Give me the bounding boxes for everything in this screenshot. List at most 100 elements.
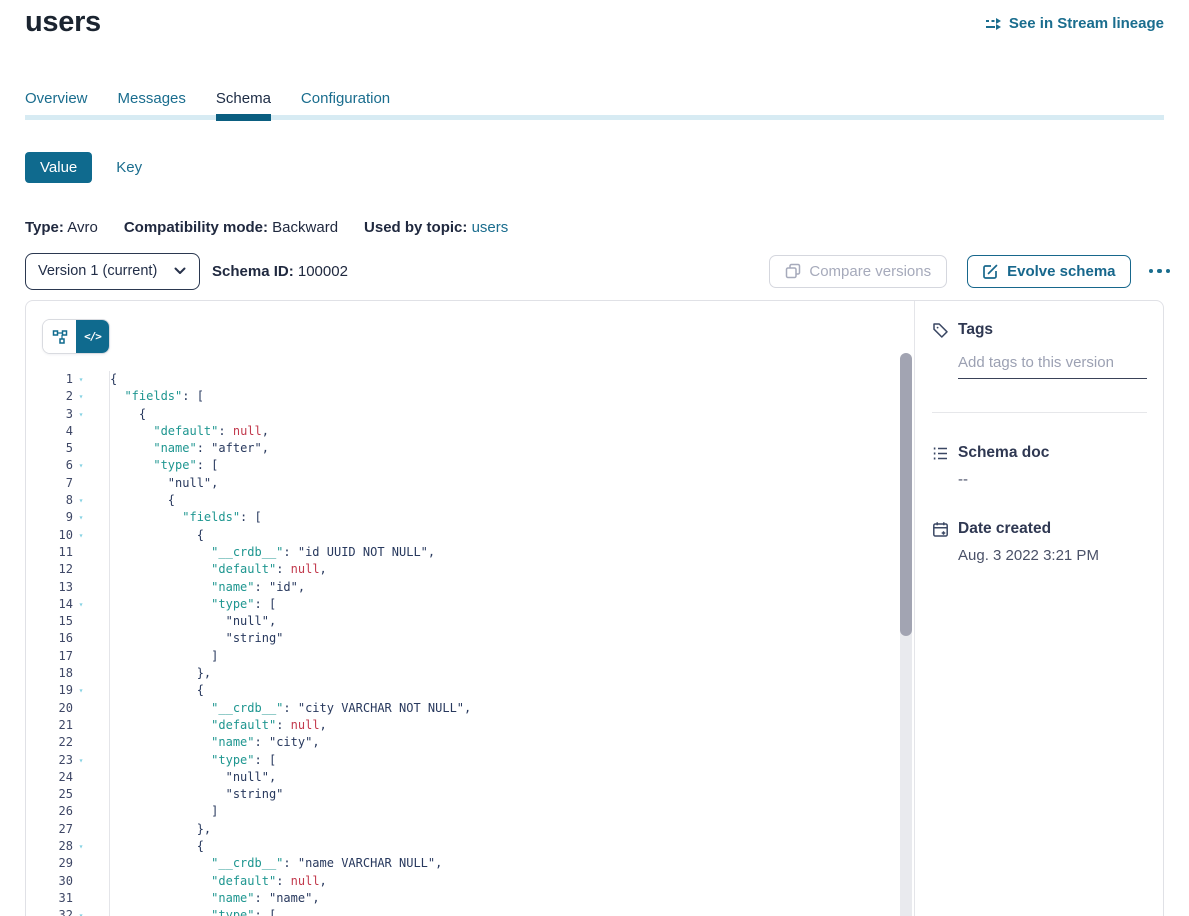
code-line: 27 }, xyxy=(26,821,892,838)
fold-arrow-icon[interactable]: ▾ xyxy=(73,596,89,613)
fold-arrow-icon[interactable]: ▾ xyxy=(73,682,89,699)
line-number: 21 xyxy=(26,717,73,734)
code-text: { xyxy=(89,527,892,544)
code-line: 11 "__crdb__": "id UUID NOT NULL", xyxy=(26,544,892,561)
code-text: "__crdb__": "id UUID NOT NULL", xyxy=(89,544,892,561)
topic-link[interactable]: users xyxy=(472,219,509,236)
tab-configuration[interactable]: Configuration xyxy=(301,90,390,117)
fold-arrow-icon[interactable]: ▾ xyxy=(73,371,89,388)
line-number: 10 xyxy=(26,527,73,544)
more-options-icon[interactable] xyxy=(1147,265,1173,278)
line-number: 9 xyxy=(26,509,73,526)
line-number: 18 xyxy=(26,665,73,682)
date-created-value: Aug. 3 2022 3:21 PM xyxy=(958,547,1147,564)
tree-view-button[interactable] xyxy=(43,320,76,353)
code-text: ] xyxy=(89,803,892,820)
page-title: users xyxy=(25,6,101,39)
value-toggle-button[interactable]: Value xyxy=(25,152,92,183)
fold-spacer xyxy=(73,440,89,457)
fold-spacer xyxy=(73,475,89,492)
code-line: 5 "name": "after", xyxy=(26,440,892,457)
line-number: 19 xyxy=(26,682,73,699)
tab-bar: Overview Messages Schema Configuration xyxy=(25,90,390,117)
code-line: 2▾ "fields": [ xyxy=(26,388,892,405)
code-line: 10▾ { xyxy=(26,527,892,544)
code-text: "__crdb__": "city VARCHAR NOT NULL", xyxy=(89,700,892,717)
code-scrollbar[interactable] xyxy=(900,353,912,636)
schema-type: Type: Avro xyxy=(25,219,98,236)
code-text: { xyxy=(89,838,892,855)
compare-versions-button[interactable]: Compare versions xyxy=(769,255,947,288)
fold-spacer xyxy=(73,613,89,630)
tags-title: Tags xyxy=(958,321,993,339)
fold-spacer xyxy=(73,544,89,561)
fold-arrow-icon[interactable]: ▾ xyxy=(73,527,89,544)
fold-arrow-icon[interactable]: ▾ xyxy=(73,907,89,916)
fold-arrow-icon[interactable]: ▾ xyxy=(73,752,89,769)
compatibility-mode: Compatibility mode: Backward xyxy=(124,219,338,236)
line-number: 15 xyxy=(26,613,73,630)
calendar-plus-icon xyxy=(932,521,949,538)
line-number: 29 xyxy=(26,855,73,872)
code-text: "default": null, xyxy=(89,873,892,890)
code-scrollbar-track xyxy=(900,353,912,916)
line-number: 30 xyxy=(26,873,73,890)
code-text: "type": [ xyxy=(89,752,892,769)
version-dropdown-value: Version 1 (current) xyxy=(38,263,157,279)
fold-arrow-icon[interactable]: ▾ xyxy=(73,388,89,405)
line-number: 6 xyxy=(26,457,73,474)
code-view-button[interactable]: </> xyxy=(76,320,109,353)
code-text: "null", xyxy=(89,475,892,492)
fold-spacer xyxy=(73,561,89,578)
tree-hierarchy-icon xyxy=(52,329,68,345)
version-dropdown[interactable]: Version 1 (current) xyxy=(25,253,200,290)
line-number: 8 xyxy=(26,492,73,509)
code-text: "type": [ xyxy=(89,596,892,613)
line-number: 32 xyxy=(26,907,73,916)
key-toggle-link[interactable]: Key xyxy=(116,159,142,176)
see-in-stream-lineage-link[interactable]: See in Stream lineage xyxy=(985,15,1164,32)
code-text: { xyxy=(89,406,892,423)
tab-overview[interactable]: Overview xyxy=(25,90,88,117)
line-number: 26 xyxy=(26,803,73,820)
add-tags-input[interactable]: Add tags to this version xyxy=(958,354,1147,371)
chevron-down-icon xyxy=(174,267,186,275)
fold-arrow-icon[interactable]: ▾ xyxy=(73,492,89,509)
type-value: Avro xyxy=(67,219,98,236)
tags-section-header: Tags xyxy=(932,321,1147,339)
fold-spacer xyxy=(73,630,89,647)
line-number: 5 xyxy=(26,440,73,457)
evolve-schema-button[interactable]: Evolve schema xyxy=(967,255,1130,288)
fold-arrow-icon[interactable]: ▾ xyxy=(73,406,89,423)
schema-doc-value: -- xyxy=(958,471,1147,488)
stream-lineage-icon xyxy=(985,17,1002,31)
fold-spacer xyxy=(73,803,89,820)
code-text: "name": "after", xyxy=(89,440,892,457)
fold-arrow-icon[interactable]: ▾ xyxy=(73,509,89,526)
fold-spacer xyxy=(73,700,89,717)
line-number: 13 xyxy=(26,579,73,596)
code-text: "name": "id", xyxy=(89,579,892,596)
type-label: Type: xyxy=(25,219,64,236)
code-line: 23▾ "type": [ xyxy=(26,752,892,769)
code-text: "name": "name", xyxy=(89,890,892,907)
tab-schema[interactable]: Schema xyxy=(216,90,271,117)
schema-id-label: Schema ID: xyxy=(212,263,294,280)
fold-arrow-icon[interactable]: ▾ xyxy=(73,838,89,855)
code-text: }, xyxy=(89,821,892,838)
code-line: 19▾ { xyxy=(26,682,892,699)
code-text: { xyxy=(89,492,892,509)
code-line: 21 "default": null, xyxy=(26,717,892,734)
compare-versions-icon xyxy=(785,263,801,279)
line-number: 12 xyxy=(26,561,73,578)
code-text: { xyxy=(89,682,892,699)
code-text: "name": "city", xyxy=(89,734,892,751)
fold-arrow-icon[interactable]: ▾ xyxy=(73,457,89,474)
tag-icon xyxy=(932,322,949,339)
compatibility-value: Backward xyxy=(272,219,338,236)
line-number: 17 xyxy=(26,648,73,665)
schema-code-viewer: </> 1▾{2▾ "fields": [3▾ {4 "default": nu… xyxy=(26,301,914,916)
line-number: 2 xyxy=(26,388,73,405)
code-text: "null", xyxy=(89,769,892,786)
tab-messages[interactable]: Messages xyxy=(118,90,186,117)
